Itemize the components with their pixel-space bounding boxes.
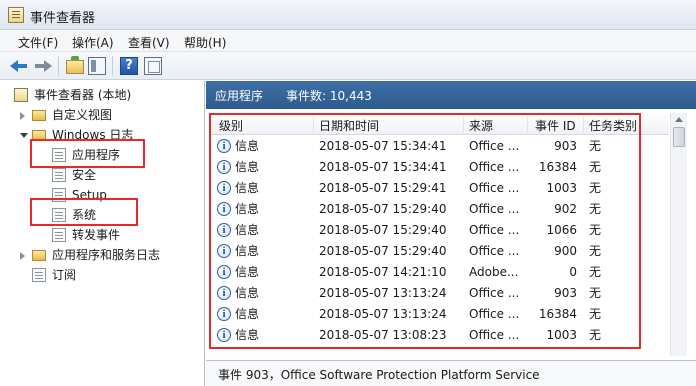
menu-help[interactable]: 帮助(H) [184, 34, 226, 51]
log-icon [52, 228, 66, 242]
menu-view[interactable]: 查看(V) [128, 34, 170, 51]
show-hide-tree-icon[interactable] [88, 57, 106, 75]
highlight-box-event-list [209, 113, 641, 349]
folder-icon [32, 110, 46, 121]
folder-icon [32, 250, 46, 261]
navigation-tree: 事件查看器 (本地) 自定义视图 Windows 日志 应用程序 安全 Setu… [0, 81, 205, 386]
tree-item-label: 安全 [72, 168, 97, 182]
tree-item-label: 订阅 [52, 268, 77, 282]
toolbar: ? [0, 52, 696, 80]
up-folder-icon[interactable] [66, 56, 84, 74]
tree-item-label: 事件查看器 (本地) [34, 88, 132, 102]
event-viewer-icon [14, 88, 28, 102]
menu-bar: 文件(F) 操作(A) 查看(V) 帮助(H) [0, 30, 696, 52]
toolbar-separator [58, 56, 59, 76]
forward-arrow-icon[interactable] [34, 57, 52, 75]
panel-title: 应用程序 [215, 89, 264, 103]
event-viewer-icon [8, 7, 24, 23]
menu-action[interactable]: 操作(A) [72, 34, 114, 51]
subscription-icon [32, 268, 46, 282]
log-icon [52, 168, 66, 182]
panel-header: 应用程序 事件数: 10,443 [206, 81, 696, 109]
collapse-arrow-icon[interactable] [20, 133, 28, 138]
title-bar: 事件查看器 [0, 0, 696, 30]
highlight-box-application [30, 139, 145, 168]
show-action-pane-icon[interactable] [144, 57, 162, 75]
tree-item-label: 应用程序和服务日志 [52, 248, 161, 262]
back-arrow-icon[interactable] [10, 57, 28, 75]
event-detail-title: 事件 903，Office Software Protection Platfo… [218, 368, 540, 382]
event-count: 事件数: 10,443 [286, 89, 372, 103]
highlight-box-system [30, 198, 138, 226]
tree-item-label: 自定义视图 [52, 108, 113, 122]
expand-arrow-icon[interactable] [20, 112, 25, 120]
event-detail-bar: 事件 903，Office Software Protection Platfo… [206, 360, 696, 386]
toolbar-separator [112, 56, 113, 76]
vertical-scrollbar[interactable] [670, 113, 687, 356]
help-icon[interactable]: ? [120, 57, 138, 75]
tree-item-label: 转发事件 [72, 228, 121, 242]
expand-arrow-icon[interactable] [20, 252, 25, 260]
window-title: 事件查看器 [30, 11, 96, 26]
scroll-up-icon[interactable] [675, 117, 683, 122]
scroll-thumb[interactable] [673, 127, 685, 147]
menu-file[interactable]: 文件(F) [18, 34, 58, 51]
